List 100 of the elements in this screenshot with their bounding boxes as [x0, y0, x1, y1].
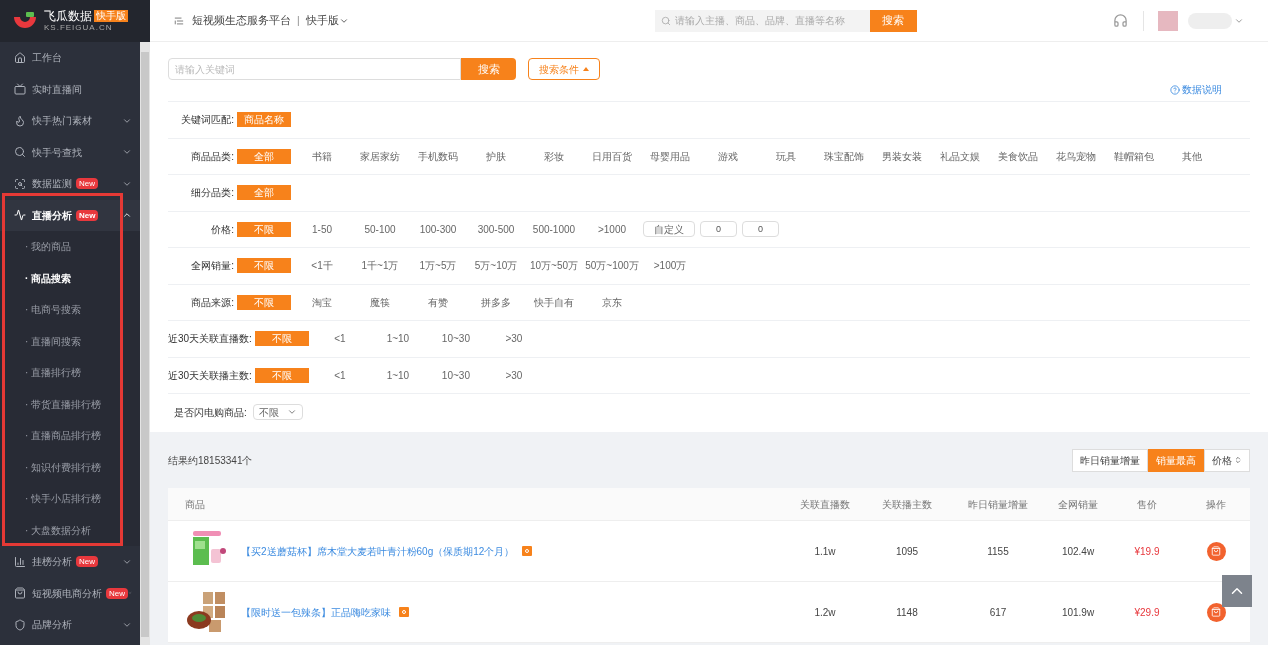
sidebar-item[interactable]: 实时直播间 — [0, 73, 140, 105]
column-header: 全网销量 — [1057, 497, 1099, 512]
menu-icon[interactable] — [174, 15, 184, 26]
table-cell-text: 1095 — [894, 544, 920, 559]
column-header: 昨日销量增量 — [967, 497, 1029, 512]
filter-option[interactable]: 礼品文娱 — [931, 148, 989, 164]
search-icon — [14, 146, 26, 159]
filter-option[interactable]: 5万~10万 — [467, 258, 525, 274]
filter-option[interactable]: 10~30 — [426, 331, 485, 347]
filter-option[interactable]: 1-50 — [293, 221, 351, 237]
magnifier-icon — [14, 177, 26, 190]
sidebar-subitem[interactable]: · 大盘数据分析 — [0, 514, 140, 546]
product-title-link[interactable]: 【买2送蘑菇杯】席木堂大麦若叶青汁粉60g（保质期12个月） — [241, 543, 515, 559]
filter-option[interactable]: 男装女装 — [873, 148, 931, 164]
back-to-top-button[interactable] — [1222, 575, 1252, 607]
filter-option[interactable]: 1千~1万 — [351, 258, 409, 274]
filter-option[interactable]: 有赞 — [409, 294, 467, 310]
sidebar-item[interactable]: 快手热门素材 — [0, 105, 140, 137]
sidebar-item[interactable]: 品牌分析 — [0, 609, 140, 641]
help-link[interactable]: 数据说明 — [1170, 82, 1222, 97]
filter-option[interactable]: 其他 — [1163, 148, 1221, 164]
product-title-link[interactable]: 【限时送一包辣条】正品嗨吃家味 — [241, 604, 391, 620]
filter-option[interactable]: >30 — [484, 367, 543, 383]
filter-option[interactable]: 1~10 — [368, 331, 427, 347]
sidebar-item[interactable]: 挂榜分析 New — [0, 546, 140, 578]
filter-option[interactable]: 50万~100万 — [583, 258, 641, 274]
version-badge: 快手版 — [94, 10, 128, 22]
min-price-field[interactable]: 0 — [700, 221, 737, 238]
sidebar-item[interactable]: 短视频电商分析 New — [0, 577, 140, 609]
sidebar-subitem[interactable]: · 直播排行榜 — [0, 357, 140, 389]
filter-option[interactable]: 淘宝 — [293, 294, 351, 310]
sidebar-subitem[interactable]: · 知识付费排行榜 — [0, 451, 140, 483]
filter-option[interactable]: >1000 — [583, 221, 641, 237]
sort-icon — [1234, 456, 1242, 464]
max-price-field[interactable]: 0 — [742, 221, 779, 238]
filter-option[interactable]: 京东 — [583, 294, 641, 310]
custom-button[interactable]: 自定义 — [643, 221, 695, 238]
search-icon — [660, 15, 671, 26]
filter-option[interactable]: 100-300 — [409, 221, 467, 237]
filter-option[interactable]: 300-500 — [467, 221, 525, 237]
sidebar-item[interactable]: 工作台 — [0, 42, 140, 74]
bar-chart-icon — [14, 555, 26, 568]
filter-option[interactable]: 10万~50万 — [525, 258, 583, 274]
filter-option[interactable]: <1 — [310, 331, 369, 347]
filter-option[interactable]: >30 — [484, 331, 543, 347]
platform-title: 短视频生态服务平台 — [192, 13, 291, 29]
sort-button[interactable]: 昨日销量增量 — [1072, 448, 1148, 472]
filter-option[interactable]: 日用百货 — [583, 148, 641, 164]
filter-option[interactable]: 游戏 — [699, 148, 757, 164]
filter-option[interactable]: <1 — [310, 367, 369, 383]
source-icon — [522, 546, 533, 556]
flame-icon — [14, 114, 26, 127]
avatar[interactable] — [1158, 10, 1178, 31]
filter-option[interactable]: <1千 — [293, 258, 351, 274]
sidebar-subitem[interactable]: · 直播商品排行榜 — [0, 420, 140, 452]
shield-icon — [14, 618, 26, 631]
filter-option[interactable]: 500-1000 — [525, 221, 583, 237]
sort-button[interactable]: 价格 — [1204, 448, 1250, 472]
shop-bag-button[interactable] — [1206, 541, 1226, 561]
filter-option[interactable]: 母婴用品 — [641, 148, 699, 164]
table-cell-text: 101.9w — [1060, 605, 1096, 620]
filter-option[interactable]: 家居家纺 — [351, 148, 409, 164]
sidebar-subitem[interactable]: · 我的商品 — [0, 231, 140, 263]
filter-option[interactable]: 50-100 — [351, 221, 409, 237]
filter-option[interactable]: 美食饮品 — [989, 148, 1047, 164]
filter-option[interactable]: 花鸟宠物 — [1047, 148, 1105, 164]
filter-label: 价格: — [210, 222, 235, 237]
filter-option[interactable]: 彩妆 — [525, 148, 583, 164]
filter-option[interactable]: 手机数码 — [409, 148, 467, 164]
sidebar-subitem[interactable]: · 带货直播排行榜 — [0, 388, 140, 420]
filter-option[interactable]: 1~10 — [368, 367, 427, 383]
filter-option[interactable]: 魔筷 — [351, 294, 409, 310]
sidebar-subitem[interactable]: · 电商号搜索 — [0, 294, 140, 326]
sidebar-subitem[interactable]: · 商品搜索 — [0, 262, 140, 294]
filter-option[interactable]: 10~30 — [426, 367, 485, 383]
filter-label: 全网销量: — [190, 259, 235, 274]
filter-option[interactable]: >100万 — [641, 258, 699, 274]
sidebar-item[interactable]: 快手号查找 — [0, 136, 140, 168]
version-dropdown[interactable]: 快手版 — [305, 12, 349, 29]
sidebar-subitem[interactable]: · 快手小店排行榜 — [0, 483, 140, 515]
bag-icon — [1211, 607, 1221, 617]
select-field[interactable]: 不限 — [252, 404, 303, 421]
filter-option[interactable]: 拼多多 — [467, 294, 525, 310]
help-icon — [1170, 84, 1180, 95]
sidebar-item[interactable]: 数据监测 New — [0, 168, 140, 200]
sidebar-item[interactable]: 直播分析 New — [0, 199, 140, 231]
headset-icon[interactable] — [1113, 13, 1128, 28]
filter-option[interactable]: 玩具 — [757, 148, 815, 164]
filter-option[interactable]: 珠宝配饰 — [815, 148, 873, 164]
result-count: 结果约18153341个 — [168, 453, 253, 468]
filter-option[interactable]: 快手自有 — [525, 294, 583, 310]
filter-option[interactable]: 鞋帽箱包 — [1105, 148, 1163, 164]
sidebar-subitem[interactable]: · 直播间搜索 — [0, 325, 140, 357]
filter-option[interactable]: 1万~5万 — [409, 258, 467, 274]
home-icon — [14, 51, 26, 64]
shop-bag-button[interactable] — [1206, 602, 1226, 622]
line-chart-icon — [14, 209, 26, 222]
source-icon — [399, 607, 409, 617]
filter-option[interactable]: 护肤 — [467, 148, 525, 164]
filter-option[interactable]: 书籍 — [293, 148, 351, 164]
